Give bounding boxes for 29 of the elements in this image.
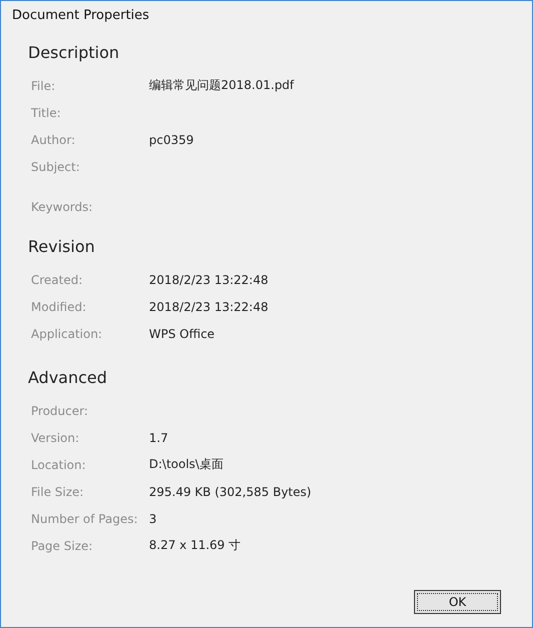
field-label: Modified:: [31, 300, 88, 314]
field-label: Author:: [31, 132, 76, 146]
field-label: File:: [31, 78, 56, 92]
field-value: D:\tools\桌面: [149, 456, 224, 473]
field-label: Subject:: [31, 160, 81, 174]
section-heading: Revision: [28, 236, 96, 258]
field-value: 2018/2/23 13:22:48: [149, 272, 268, 286]
field-label: Created:: [31, 272, 84, 286]
field-label: File Size:: [31, 484, 85, 498]
field-value: 3: [149, 512, 157, 526]
field-label: Version:: [31, 430, 80, 444]
field-label: Page Size:: [31, 538, 94, 552]
field-label: Producer:: [31, 404, 90, 418]
section-heading: Advanced: [28, 367, 108, 389]
field-value: 1.7: [149, 430, 168, 444]
field-value: 8.27 x 11.69 寸: [149, 537, 241, 554]
field-value: 2018/2/23 13:22:48: [149, 300, 268, 314]
field-value: 编辑常见问题2018.01.pdf: [149, 77, 294, 94]
field-label: Title:: [31, 106, 62, 120]
window-title: Document Properties: [11, 7, 150, 23]
field-label: Location:: [31, 458, 87, 472]
field-value: pc0359: [149, 132, 194, 146]
field-value: 295.49 KB (302,585 Bytes): [149, 484, 312, 498]
ok-button[interactable]: OK: [414, 590, 501, 614]
field-label: Keywords:: [31, 200, 94, 214]
field-label: Number of Pages:: [31, 512, 139, 526]
field-label: Application:: [31, 326, 104, 340]
section-heading: Description: [28, 42, 120, 64]
field-value: WPS Office: [149, 326, 215, 340]
